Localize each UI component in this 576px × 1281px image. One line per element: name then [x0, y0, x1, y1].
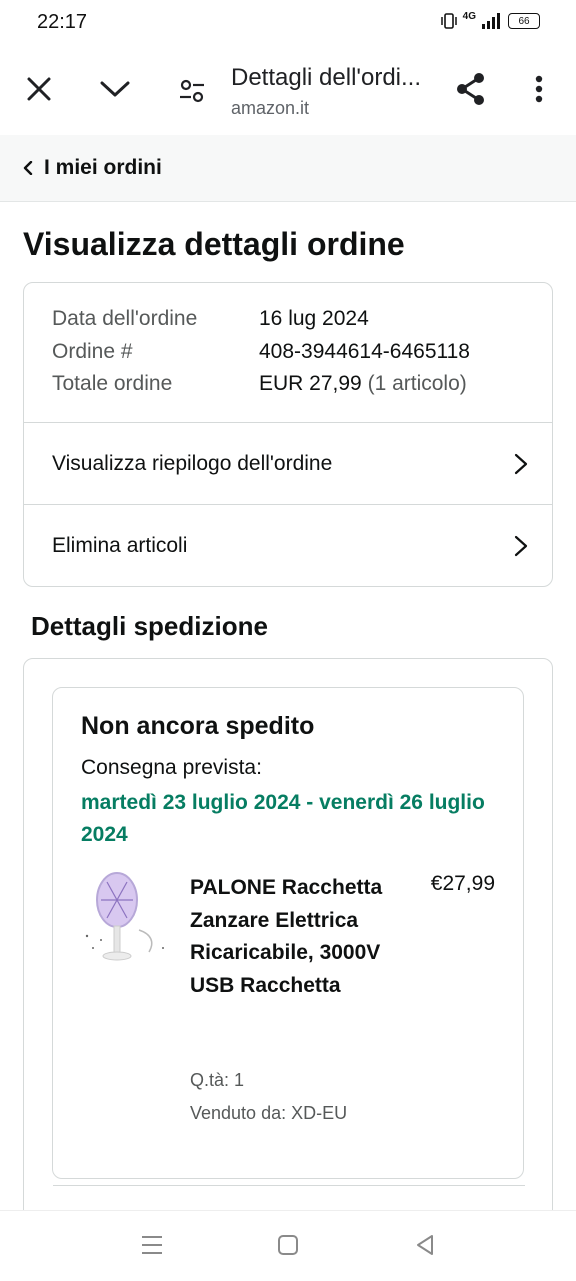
- divider: [53, 1185, 525, 1186]
- home-icon[interactable]: [276, 1233, 300, 1257]
- delete-items-link[interactable]: Elimina articoli: [24, 504, 552, 587]
- page-settings-icon[interactable]: [175, 74, 209, 108]
- delete-items-label: Elimina articoli: [52, 534, 188, 557]
- battery-icon: 66: [508, 13, 540, 29]
- system-nav-bar: [0, 1210, 576, 1281]
- delivery-label: Consegna prevista:: [81, 756, 262, 779]
- more-vert-icon[interactable]: [524, 72, 554, 106]
- shipment-status: Non ancora spedito: [81, 712, 315, 740]
- status-time: 22:17: [37, 11, 88, 33]
- vibrate-icon: [440, 13, 457, 29]
- menu-icon[interactable]: [140, 1233, 164, 1257]
- page-title: Visualizza dettagli ordine: [23, 226, 405, 262]
- order-date-value: 16 lug 2024: [259, 307, 369, 330]
- order-number-label: Ordine #: [52, 340, 133, 363]
- view-order-summary-link[interactable]: Visualizza riepilogo dell'ordine: [24, 422, 552, 505]
- order-total-amount: EUR 27,99: [259, 372, 362, 395]
- close-icon[interactable]: [22, 72, 56, 106]
- order-number-value: 408-3944614-6465118: [259, 340, 470, 363]
- signal-icon: [482, 13, 500, 29]
- status-icons: 4G 66: [440, 10, 540, 30]
- shipment-box: Non ancora spedito Consegna prevista: ma…: [52, 687, 524, 1179]
- chevron-right-icon: [514, 535, 528, 557]
- browser-url[interactable]: amazon.it: [231, 98, 309, 119]
- view-order-summary-label: Visualizza riepilogo dell'ordine: [52, 452, 333, 475]
- order-summary-card: Data dell'ordine 16 lug 2024 Ordine # 40…: [23, 282, 553, 587]
- product-quantity: Q.tà: 1: [190, 1070, 245, 1090]
- browser-page-title[interactable]: Dettagli dell'ordi...: [231, 64, 436, 92]
- product-image[interactable]: [79, 868, 171, 968]
- breadcrumb[interactable]: I miei ordini: [0, 135, 576, 202]
- product-title[interactable]: PALONE Racchetta Zanzare Elettrica Ricar…: [190, 872, 400, 1002]
- chevron-right-icon: [514, 453, 528, 475]
- back-icon[interactable]: [413, 1233, 437, 1257]
- browser-toolbar: Dettagli dell'ordi... amazon.it: [0, 44, 576, 136]
- order-total-value: EUR 27,99 (1 articolo): [259, 372, 467, 396]
- breadcrumb-label[interactable]: I miei ordini: [44, 156, 162, 180]
- chevron-down-icon[interactable]: [98, 72, 132, 106]
- share-icon[interactable]: [452, 70, 490, 108]
- network-type: 4G: [462, 10, 476, 22]
- chevron-left-icon: [23, 161, 33, 175]
- order-date-label: Data dell'ordine: [52, 307, 198, 330]
- product-seller: Venduto da: XD-EU: [190, 1103, 348, 1123]
- order-total-items: (1 articolo): [367, 372, 467, 395]
- status-bar: 22:17 4G 66: [0, 0, 576, 44]
- order-total-label: Totale ordine: [52, 372, 173, 395]
- product-price: €27,99: [430, 872, 495, 895]
- shipping-section-title: Dettagli spedizione: [31, 611, 268, 641]
- delivery-date: martedì 23 luglio 2024 - venerdì 26 lugl…: [81, 791, 485, 846]
